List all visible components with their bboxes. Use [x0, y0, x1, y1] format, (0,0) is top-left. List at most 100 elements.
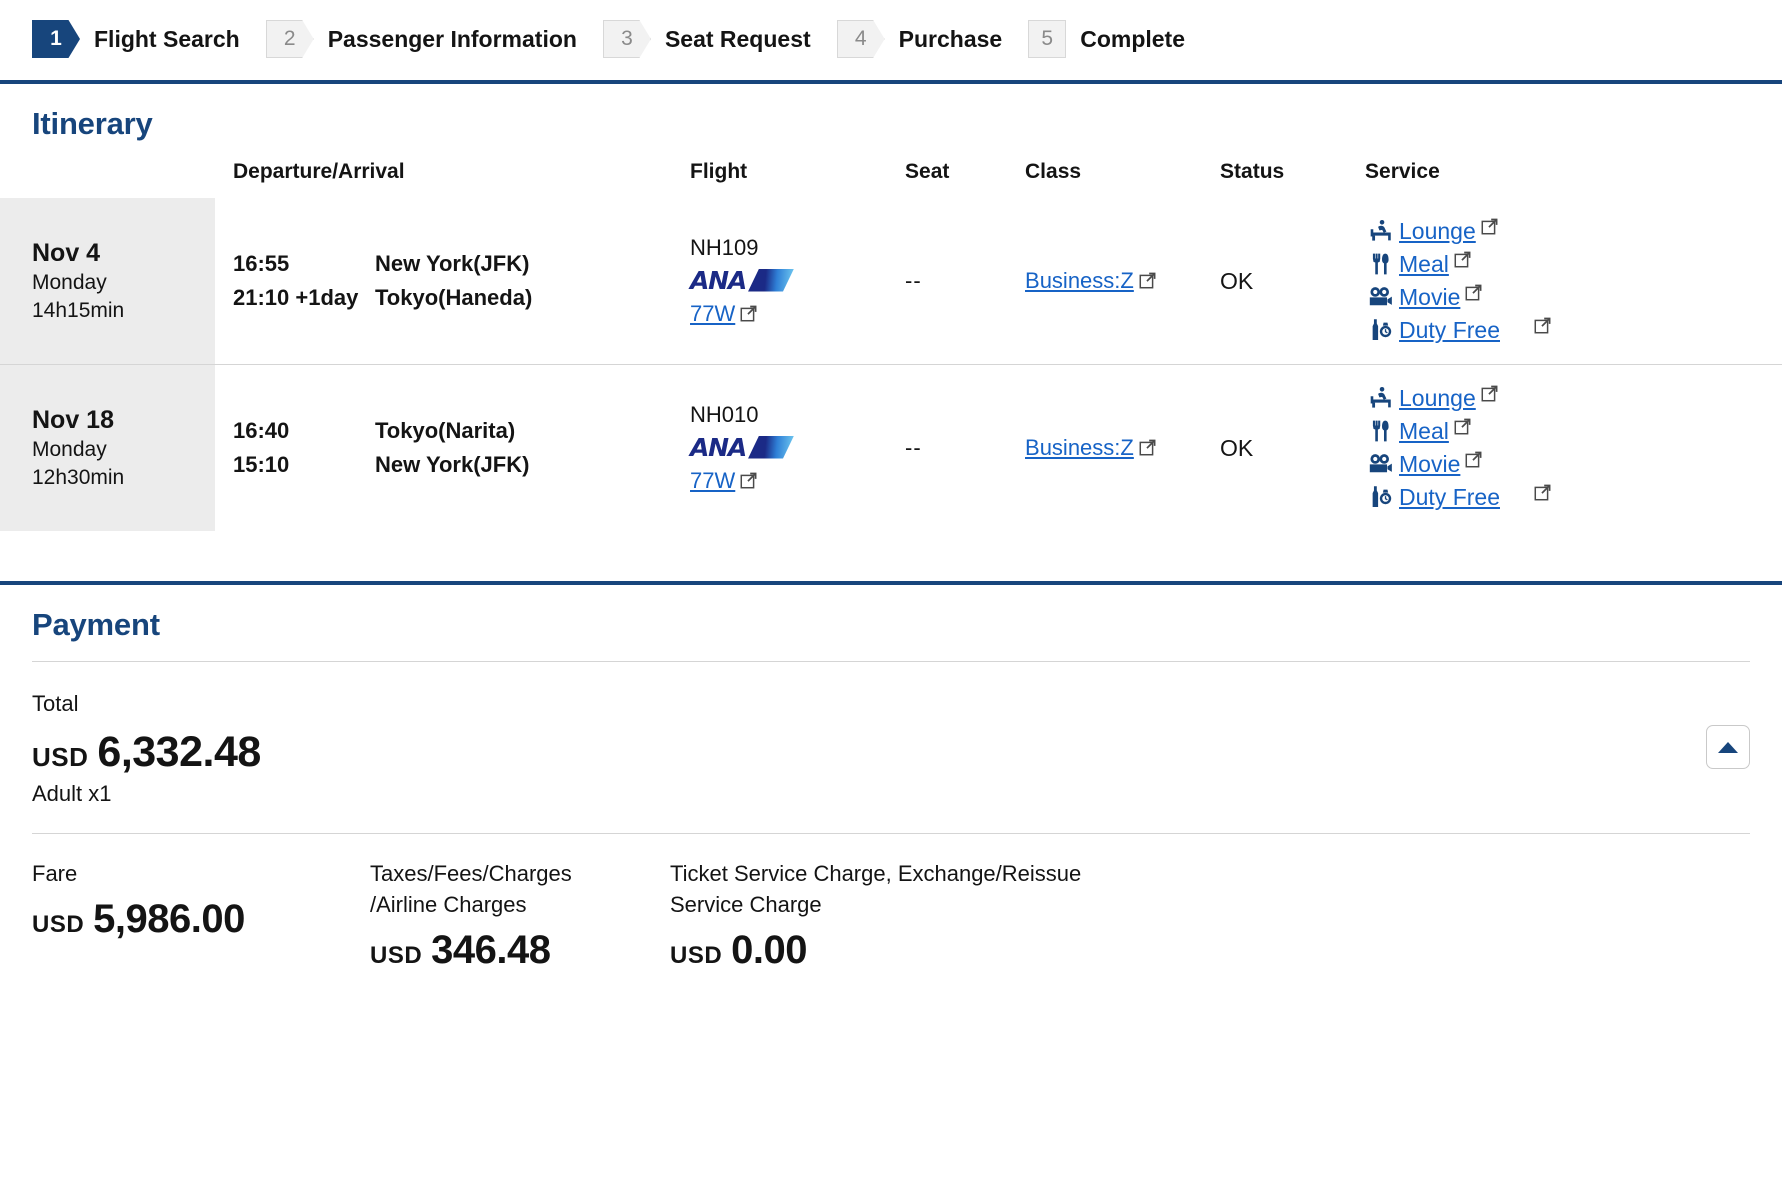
service-duty-free-link-2[interactable]: Duty Free	[1399, 484, 1500, 511]
step-purchase[interactable]: 4 Purchase	[836, 20, 1002, 58]
flight-date-cell-2: Nov 18 Monday 12h30min	[0, 364, 215, 531]
aircraft-type-link-2[interactable]: 77W	[690, 468, 735, 493]
step-flight-search[interactable]: 1 Flight Search	[32, 20, 240, 58]
status-badge-1: OK	[1220, 267, 1254, 294]
external-link-icon	[1465, 451, 1482, 468]
step-5-label: Complete	[1080, 25, 1186, 52]
step-complete[interactable]: 5 Complete	[1028, 20, 1185, 58]
fare-column-fare: Fare USD 5,986.00	[32, 858, 370, 977]
payment-collapse-button[interactable]	[1706, 725, 1750, 770]
service-movie-link-1[interactable]: Movie	[1399, 284, 1460, 311]
external-link-icon	[1139, 439, 1156, 456]
ana-logo-icon-1: ANA	[690, 265, 905, 295]
status-cell-1: OK	[1220, 198, 1365, 365]
ana-slash-icon-1	[748, 268, 795, 292]
external-link-icon	[1454, 418, 1471, 435]
total-currency: USD	[32, 741, 89, 772]
class-link-2[interactable]: Business:Z	[1025, 435, 1134, 460]
external-link-icon	[1481, 385, 1498, 402]
flight-weekday-2: Monday	[32, 438, 107, 462]
movie-camera-icon	[1365, 284, 1395, 310]
service-lounge-2[interactable]: Lounge	[1365, 385, 1570, 412]
col-service: Service	[1365, 160, 1440, 183]
external-link-icon	[1534, 317, 1551, 334]
lounge-chair-icon	[1365, 385, 1395, 411]
step-1-badge: 1	[32, 20, 80, 58]
flight-duration-2: 12h30min	[32, 466, 125, 489]
fare-column-taxes: Taxes/Fees/Charges /Airline Charges USD …	[370, 858, 670, 977]
service-lounge-link-2[interactable]: Lounge	[1399, 385, 1476, 412]
service-lounge-1[interactable]: Lounge	[1365, 218, 1570, 245]
ana-logo-text-1: ANA	[690, 265, 747, 295]
seat-value-1: --	[905, 268, 922, 293]
duty-free-icon	[1365, 484, 1395, 510]
step-4-badge: 4	[836, 20, 885, 58]
step-3-label: Seat Request	[664, 25, 811, 52]
aircraft-type-link-1[interactable]: 77W	[690, 301, 735, 326]
service-cell-2: Lounge Meal Movie Duty Free	[1365, 364, 1782, 531]
movie-camera-icon	[1365, 451, 1395, 477]
total-label: Total	[32, 691, 79, 716]
itinerary-header-row: Departure/Arrival Flight Seat Class Stat…	[0, 160, 1782, 198]
cutlery-icon	[1365, 251, 1395, 277]
service-movie-link-2[interactable]: Movie	[1399, 451, 1460, 478]
step-passenger-information[interactable]: 2 Passenger Information	[265, 20, 577, 58]
depart-time-2: 16:40	[233, 418, 290, 443]
total-amount: 6,332.48	[97, 727, 261, 776]
service-meal-2[interactable]: Meal	[1365, 418, 1570, 445]
step-5-badge: 5	[1028, 20, 1067, 58]
external-link-icon	[1454, 251, 1471, 268]
itinerary-title: Itinerary	[32, 106, 153, 141]
col-date	[0, 160, 215, 198]
step-seat-request[interactable]: 3 Seat Request	[602, 20, 811, 58]
fare-column-service-charge: Ticket Service Charge, Exchange/Reissue …	[670, 858, 1090, 977]
col-departure-arrival: Departure/Arrival	[233, 160, 405, 183]
external-link-icon	[1534, 484, 1551, 501]
service-duty-free-2[interactable]: Duty Free	[1365, 484, 1570, 511]
service-lounge-link-1[interactable]: Lounge	[1399, 218, 1476, 245]
status-badge-2: OK	[1220, 434, 1254, 461]
depart-airport-1: New York(JFK)	[375, 251, 530, 276]
service-meal-link-2[interactable]: Meal	[1399, 418, 1449, 445]
fare-currency: USD	[32, 911, 85, 939]
itinerary-table: Departure/Arrival Flight Seat Class Stat…	[0, 160, 1782, 531]
ana-slash-icon-2	[748, 435, 795, 459]
arrive-airport-1: Tokyo(Haneda)	[375, 285, 533, 310]
external-link-icon	[1481, 218, 1498, 235]
payment-total-group: Total USD 6,332.48 Adult x1	[32, 688, 261, 807]
col-seat: Seat	[905, 160, 950, 183]
external-link-icon	[1139, 272, 1156, 289]
step-2-label: Passenger Information	[327, 25, 577, 52]
payment-total-row: Total USD 6,332.48 Adult x1	[0, 662, 1782, 833]
service-duty-free-link-1[interactable]: Duty Free	[1399, 317, 1500, 344]
cutlery-icon	[1365, 418, 1395, 444]
taxes-amount: 346.48	[431, 928, 551, 973]
external-link-icon	[740, 305, 757, 322]
service-meal-1[interactable]: Meal	[1365, 251, 1570, 278]
seat-cell-2: --	[905, 364, 1026, 531]
arrive-time-2: 15:10	[233, 452, 290, 477]
col-status: Status	[1220, 160, 1285, 183]
service-cell-1: Lounge Meal Movie Duty Free	[1365, 198, 1782, 365]
depart-time-1: 16:55	[233, 251, 290, 276]
class-link-1[interactable]: Business:Z	[1025, 268, 1134, 293]
service-duty-free-1[interactable]: Duty Free	[1365, 317, 1570, 344]
step-2-badge: 2	[265, 20, 314, 58]
fare-amount-group: USD 5,986.00	[32, 897, 370, 942]
taxes-label: Taxes/Fees/Charges /Airline Charges	[370, 860, 572, 918]
payment-title: Payment	[32, 607, 160, 642]
flight-date-2: Nov 18	[32, 406, 114, 435]
flight-date-cell-1: Nov 4 Monday 14h15min	[0, 198, 215, 365]
flight-number-2: NH010	[690, 402, 759, 427]
flight-cell-2: NH010 ANA 77W	[690, 364, 906, 531]
step-3-badge: 3	[602, 20, 651, 58]
arrive-airport-2: New York(JFK)	[375, 452, 530, 477]
taxes-amount-group: USD 346.48	[370, 928, 670, 973]
places-cell-1: New York(JFK) Tokyo(Haneda)	[375, 198, 690, 365]
service-movie-1[interactable]: Movie	[1365, 284, 1570, 311]
seat-value-2: --	[905, 435, 922, 460]
service-meal-link-1[interactable]: Meal	[1399, 251, 1449, 278]
duty-free-icon	[1365, 317, 1395, 343]
service-movie-2[interactable]: Movie	[1365, 451, 1570, 478]
seat-cell-1: --	[905, 198, 1025, 365]
